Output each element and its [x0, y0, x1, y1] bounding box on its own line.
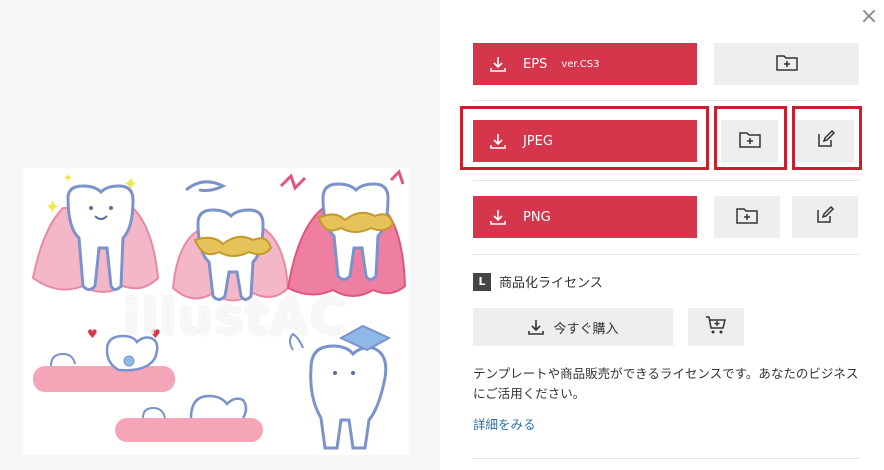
- download-icon: [528, 320, 545, 335]
- download-version-label: ver.CS3: [561, 58, 600, 70]
- separator: [473, 180, 859, 181]
- download-icon: [489, 208, 507, 226]
- svg-text:✦: ✦: [123, 174, 138, 195]
- license-title: 商品化ライセンス: [499, 276, 603, 291]
- preview-pane: ✦ ✦ ✦ ♥ ♥ illustAC: [0, 0, 440, 470]
- cart-add-icon: [705, 315, 727, 339]
- separator: [473, 458, 859, 459]
- edit-icon: [815, 205, 835, 229]
- download-format-label: PNG: [523, 209, 551, 225]
- add-to-folder-button[interactable]: [714, 43, 859, 85]
- close-icon[interactable]: ×: [858, 6, 880, 28]
- preview-image: ✦ ✦ ✦ ♥ ♥ illustAC: [23, 168, 409, 455]
- buy-now-button[interactable]: 今すぐ購入: [473, 308, 673, 346]
- license-badge: L: [473, 272, 491, 291]
- license-heading: L 商品化ライセンス: [473, 272, 603, 291]
- buy-now-label: 今すぐ購入: [553, 321, 619, 337]
- svg-text:♥: ♥: [87, 327, 98, 341]
- edit-button[interactable]: [792, 196, 858, 238]
- svg-text:✦: ✦: [45, 197, 60, 218]
- download-format-label: EPS: [523, 56, 548, 72]
- svg-text:✦: ✦: [63, 171, 73, 185]
- add-to-cart-button[interactable]: [688, 308, 744, 346]
- separator: [473, 254, 859, 255]
- folder-add-icon: [775, 53, 798, 75]
- add-to-folder-button[interactable]: [714, 196, 780, 238]
- highlight-box: [714, 106, 787, 170]
- watermark: illustAC: [123, 288, 348, 346]
- details-link[interactable]: 詳細をみる: [473, 414, 536, 433]
- folder-add-icon: [736, 206, 758, 228]
- license-description: テンプレートや商品販売ができるライセンスです。あなたのビジネスにご活用ください。: [473, 366, 859, 401]
- download-png-button[interactable]: PNG: [473, 196, 697, 238]
- separator: [473, 100, 859, 101]
- download-eps-button[interactable]: EPS ver.CS3: [473, 43, 697, 85]
- download-icon: [489, 55, 507, 73]
- highlight-box: [792, 106, 862, 170]
- highlight-box: [460, 106, 709, 170]
